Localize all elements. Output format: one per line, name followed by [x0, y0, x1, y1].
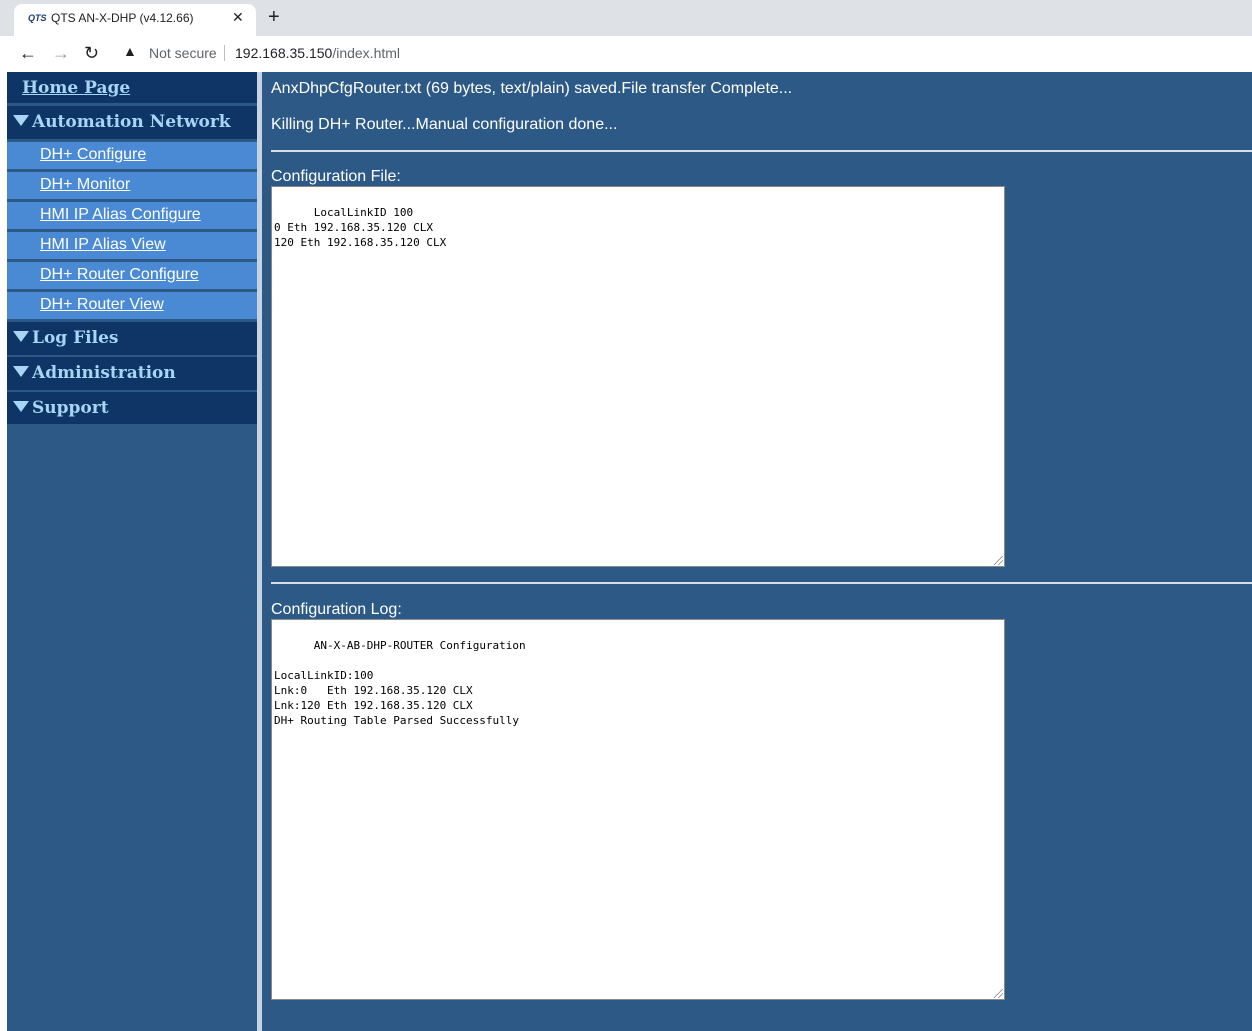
browser-tab-strip: QTS QTS AN-X-DHP (v4.12.66) ✕ + [0, 0, 1252, 36]
section-support[interactable]: Support [7, 392, 257, 424]
triangle-down-icon [13, 115, 29, 126]
section-log-files[interactable]: Log Files [7, 322, 257, 355]
section-administration[interactable]: Administration [7, 357, 257, 390]
back-arrow-icon[interactable]: ← [19, 42, 37, 64]
config-log-text: AN-X-AB-DHP-ROUTER Configuration LocalLi… [274, 639, 526, 727]
address-separator [224, 45, 225, 61]
triangle-down-icon [13, 366, 29, 377]
sidebar-item-label[interactable]: HMI IP Alias View [40, 236, 166, 254]
url-path: /index.html [332, 45, 401, 61]
main-panel: AnxDhpCfgRouter.txt (69 bytes, text/plai… [271, 72, 1252, 1031]
section-label: Administration [32, 363, 176, 383]
page-content: Home Page Automation Network DH+ Configu… [7, 72, 1252, 1031]
triangle-down-icon [13, 401, 29, 412]
status-message: Killing DH+ Router...Manual configuratio… [271, 116, 618, 133]
url-host: 192.168.35.150 [235, 45, 333, 61]
section-label: Log Files [32, 328, 119, 348]
sidebar-item-label[interactable]: DH+ Router Configure [40, 266, 199, 284]
sidebar-item-hmi-ip-alias-configure[interactable]: HMI IP Alias Configure [7, 202, 257, 229]
divider-line [271, 150, 1252, 152]
section-automation-network[interactable]: Automation Network [7, 106, 257, 139]
sidebar-home: Home Page [7, 72, 257, 103]
sidebar-item-dh-monitor[interactable]: DH+ Monitor [7, 172, 257, 199]
warning-icon[interactable]: ▲ [123, 43, 137, 59]
url-input[interactable]: 192.168.35.150/index.html [235, 45, 400, 61]
new-tab-icon[interactable]: + [268, 5, 280, 29]
section-label: Automation Network [32, 112, 231, 132]
reload-icon[interactable]: ↻ [84, 42, 99, 64]
config-file-textarea[interactable]: LocalLinkID 100 0 Eth 192.168.35.120 CLX… [271, 186, 1005, 567]
sidebar-item-dh-router-configure[interactable]: DH+ Router Configure [7, 262, 257, 289]
browser-tab[interactable]: QTS QTS AN-X-DHP (v4.12.66) ✕ [14, 4, 256, 36]
qts-favicon-icon: QTS [28, 13, 47, 23]
address-bar: ← → ↻ ▲ Not secure 192.168.35.150/index.… [0, 36, 1252, 70]
sidebar-item-dh-router-view[interactable]: DH+ Router View [7, 292, 257, 319]
triangle-down-icon [13, 331, 29, 342]
close-tab-icon[interactable]: ✕ [232, 9, 244, 26]
section-label: Support [32, 398, 109, 418]
config-file-label: Configuration File: [271, 168, 401, 185]
config-log-label: Configuration Log: [271, 601, 402, 618]
tab-title: QTS AN-X-DHP (v4.12.66) [51, 11, 194, 25]
config-file-text: LocalLinkID 100 0 Eth 192.168.35.120 CLX… [274, 206, 447, 249]
resize-grip-icon[interactable] [994, 556, 1003, 565]
frame-divider[interactable] [257, 72, 262, 1031]
config-log-textarea[interactable]: AN-X-AB-DHP-ROUTER Configuration LocalLi… [271, 619, 1005, 1000]
divider-line [271, 582, 1252, 584]
sidebar-nav: Home Page Automation Network DH+ Configu… [7, 72, 257, 1031]
sidebar-item-label[interactable]: DH+ Configure [40, 146, 146, 164]
sidebar-item-label[interactable]: DH+ Router View [40, 296, 164, 314]
status-message: AnxDhpCfgRouter.txt (69 bytes, text/plai… [271, 80, 793, 97]
home-page-link[interactable]: Home Page [22, 78, 130, 98]
sidebar-item-label[interactable]: DH+ Monitor [40, 176, 130, 194]
sidebar-item-hmi-ip-alias-view[interactable]: HMI IP Alias View [7, 232, 257, 259]
sidebar-item-dh-configure[interactable]: DH+ Configure [7, 142, 257, 169]
resize-grip-icon[interactable] [994, 989, 1003, 998]
sidebar-item-label[interactable]: HMI IP Alias Configure [40, 206, 201, 224]
security-status[interactable]: Not secure [149, 45, 217, 61]
forward-arrow-icon[interactable]: → [52, 42, 70, 64]
